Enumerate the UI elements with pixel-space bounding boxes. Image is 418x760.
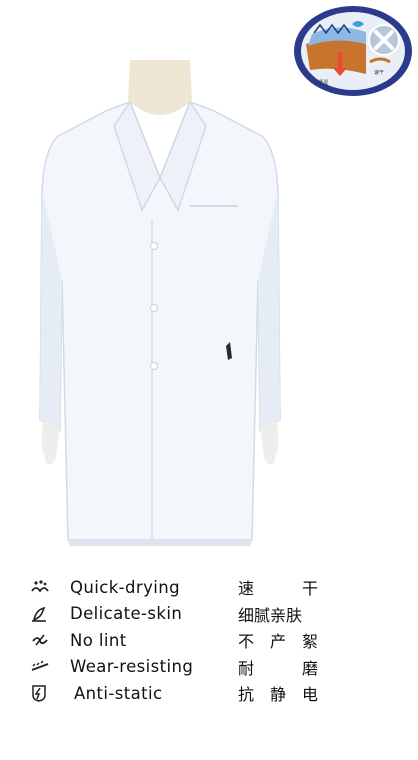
skin-icon — [30, 605, 52, 623]
cn-char: 不 — [238, 632, 255, 652]
feature-row-quick-drying: Quick-drying — [30, 574, 210, 601]
mannequin-neck — [128, 60, 192, 115]
cn-char: 抗 — [238, 685, 255, 705]
cn-char: 产 — [269, 632, 286, 652]
badge-label-right: 速干 — [374, 70, 384, 76]
cn-char: 絮 — [301, 632, 318, 652]
feature-row-no-lint: No lint — [30, 627, 210, 654]
feature-label: Delicate-skin — [70, 604, 183, 624]
feature-row-anti-static: Anti-static — [30, 680, 210, 707]
feature-row-wear-resisting: Wear-resisting — [30, 654, 210, 681]
cn-row-no-lint: 不 产 絮 — [238, 627, 318, 654]
quick-dry-icon — [30, 578, 52, 596]
cn-row-delicate-skin: 细腻亲肤 — [238, 601, 318, 628]
feature-label: Anti-static — [74, 683, 163, 703]
fabric-badge: 透湿 速干 — [294, 6, 412, 96]
cn-char: 速 — [238, 579, 255, 599]
no-lint-icon — [30, 631, 52, 649]
cn-char: 磨 — [301, 658, 318, 678]
badge-label-left: 透湿 — [318, 79, 328, 86]
cn-text: 细腻亲肤 — [238, 605, 303, 625]
cn-row-anti-static: 抗 静 电 — [238, 680, 318, 707]
feature-row-delicate-skin: Delicate-skin — [30, 601, 210, 628]
feature-list-cn: 速 干 细腻亲肤 不 产 絮 耐 磨 抗 静 电 — [238, 574, 318, 707]
feature-label: Wear-resisting — [70, 657, 194, 677]
lab-coat-image — [39, 60, 281, 546]
wear-resist-icon — [30, 658, 52, 676]
cn-char: 干 — [301, 579, 318, 599]
cn-char: 电 — [301, 685, 318, 705]
anti-static-icon — [30, 684, 52, 703]
feature-label: Quick-drying — [70, 577, 180, 597]
cn-row-wear-resisting: 耐 磨 — [238, 654, 318, 681]
cn-char: 静 — [269, 685, 286, 705]
feature-list: Quick-drying Delicate-skin No lint Wear-… — [30, 574, 210, 707]
feature-label: No lint — [70, 630, 127, 650]
cn-row-quick-drying: 速 干 — [238, 574, 318, 601]
cn-char: 耐 — [238, 658, 255, 678]
